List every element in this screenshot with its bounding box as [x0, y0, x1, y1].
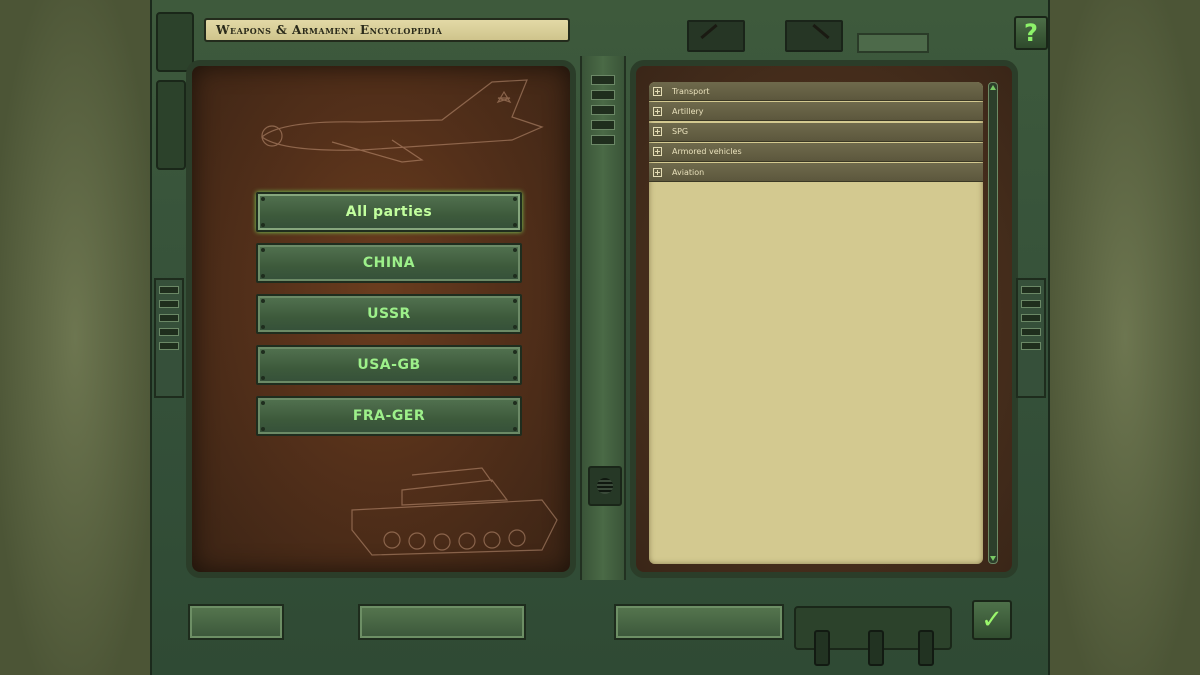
encyclopedia-window: Weapons & Armament Encyclopedia ? All pa… [150, 0, 1050, 675]
vent-slot [591, 75, 615, 85]
vent-slot [591, 90, 615, 100]
category-spg[interactable]: SPG [649, 122, 983, 142]
party-label: USA-GB [357, 357, 421, 373]
left-rail [154, 278, 184, 398]
category-label: Artillery [672, 106, 704, 116]
category-scrollbar[interactable] [988, 82, 998, 564]
checkmark-icon: ✓ [981, 605, 1003, 635]
tank-blueprint-image [351, 467, 558, 556]
vent-slot [591, 120, 615, 130]
center-divider [580, 56, 626, 580]
gauge-left [687, 20, 745, 52]
lever-handle[interactable] [918, 630, 934, 666]
plus-icon[interactable] [653, 86, 662, 96]
party-all-button[interactable]: All parties [256, 192, 522, 232]
scroll-down-icon[interactable] [990, 556, 996, 561]
category-label: SPG [672, 127, 689, 137]
plus-icon[interactable] [653, 127, 662, 137]
category-aviation[interactable]: Aviation [649, 163, 983, 183]
category-label: Armored vehicles [672, 147, 742, 157]
speaker-icon [597, 478, 613, 494]
category-artillery[interactable]: Artillery [649, 102, 983, 122]
window-title: Weapons & Armament Encyclopedia [216, 23, 443, 37]
lever-handle[interactable] [868, 630, 884, 666]
party-usa-gb-button[interactable]: USA-GB [256, 345, 522, 385]
category-panel: Transport Artillery SPG Armored vehicles… [630, 60, 1018, 578]
category-transport[interactable]: Transport [649, 82, 983, 101]
category-label: Transport [672, 86, 710, 96]
faction-panel: All parties CHINA USSR USA-GB FRA-GER [186, 60, 576, 578]
plus-icon[interactable] [653, 106, 662, 116]
gauge-right [785, 20, 843, 52]
top-gauge-panel [687, 10, 987, 54]
plus-icon[interactable] [653, 167, 662, 177]
party-label: CHINA [362, 255, 416, 271]
right-rail [1016, 278, 1046, 398]
party-label: USSR [367, 306, 411, 322]
bottom-slot-button[interactable] [358, 604, 526, 640]
bottom-toolbar: ✓ [152, 592, 1052, 675]
party-label: All parties [345, 204, 433, 220]
background-right [1050, 0, 1200, 675]
category-armored-vehicles[interactable]: Armored vehicles [649, 142, 983, 162]
title-bar: Weapons & Armament Encyclopedia [204, 18, 570, 42]
party-list: All parties CHINA USSR USA-GB FRA-GER [256, 192, 522, 447]
category-label: Aviation [672, 167, 705, 177]
side-bracket [156, 80, 186, 170]
gauge-needle [812, 23, 830, 40]
question-icon: ? [1024, 19, 1038, 47]
vent-slot [591, 105, 615, 115]
party-ussr-button[interactable]: USSR [256, 294, 522, 334]
help-button[interactable]: ? [1014, 16, 1048, 50]
category-list: Transport Artillery SPG Armored vehicles… [649, 82, 983, 564]
gauge-needle [700, 23, 718, 40]
party-label: FRA-GER [352, 408, 426, 424]
lever-handle[interactable] [814, 630, 830, 666]
ok-button[interactable]: ✓ [972, 600, 1012, 640]
vent-slot [591, 135, 615, 145]
party-fra-ger-button[interactable]: FRA-GER [256, 396, 522, 436]
jet-blueprint-image [261, 79, 544, 163]
scroll-up-icon[interactable] [990, 85, 996, 90]
info-plate [857, 33, 929, 53]
background-left [0, 0, 150, 675]
speaker-grill [588, 466, 622, 506]
bottom-slot-button[interactable] [614, 604, 784, 640]
plus-icon[interactable] [653, 147, 662, 157]
party-china-button[interactable]: CHINA [256, 243, 522, 283]
bottom-slot-button[interactable] [188, 604, 284, 640]
corner-bracket [156, 12, 194, 72]
